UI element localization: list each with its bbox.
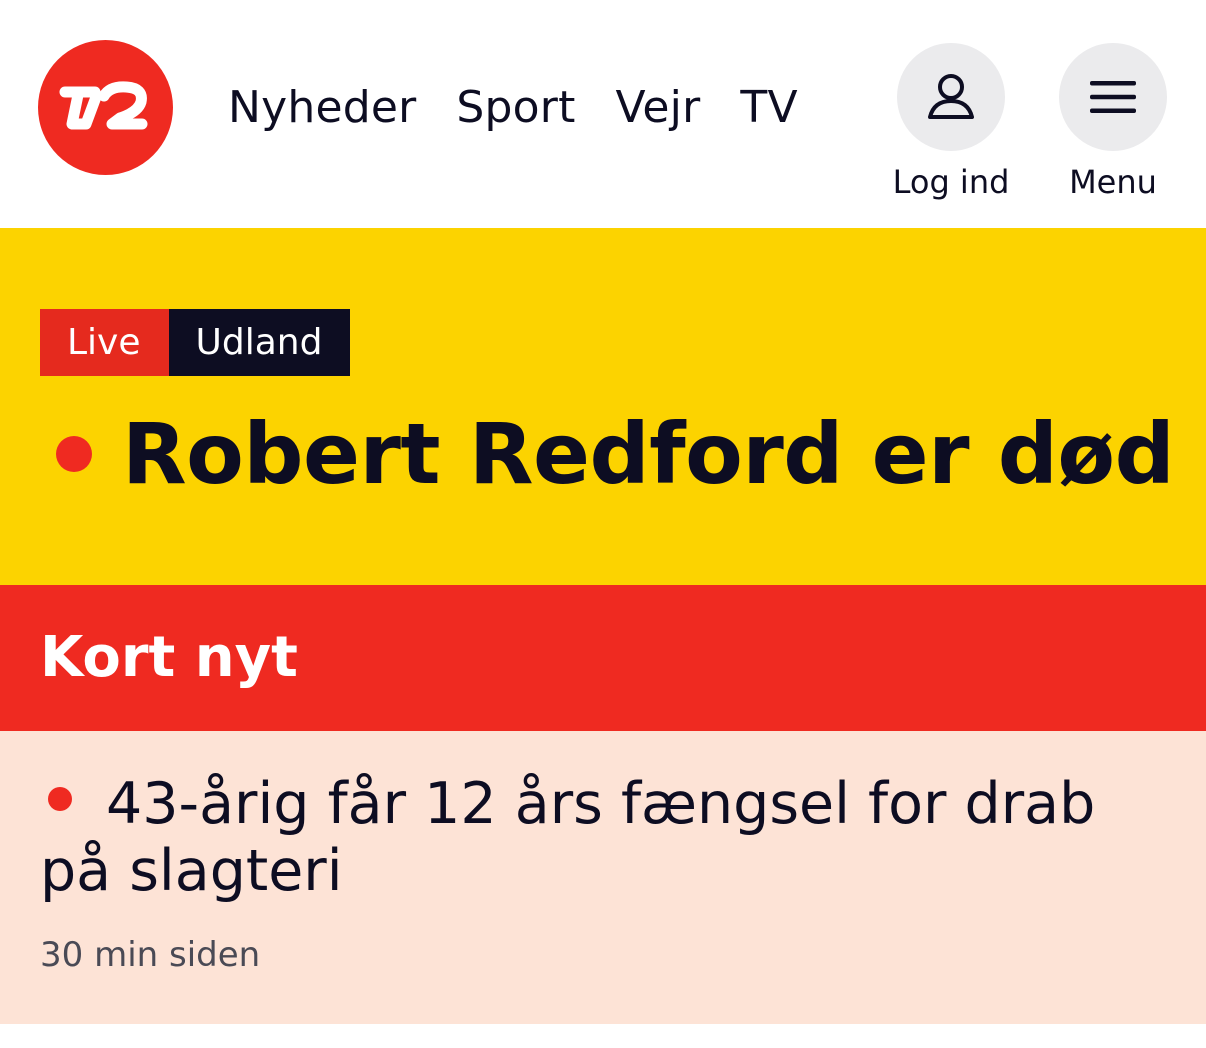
user-icon: [928, 74, 974, 119]
news-headline-block[interactable]: 43-årig får 12 års fængsel for drab på s…: [40, 771, 1180, 905]
menu-label[interactable]: Menu: [1069, 163, 1157, 201]
nav-item-sport[interactable]: Sport: [456, 78, 575, 138]
hero-headline-link[interactable]: Robert Redford er død: [56, 408, 1175, 500]
live-badge: Live: [40, 309, 169, 376]
menu-button[interactable]: Menu: [1059, 43, 1167, 201]
page-bottom: [0, 1024, 1206, 1048]
section-badge[interactable]: Udland: [168, 309, 351, 376]
tv2-logo-icon: [59, 81, 148, 130]
site-header: Nyheder Sport Vejr TV Log ind Menu: [0, 0, 1206, 228]
menu-icon-circle[interactable]: [1059, 43, 1167, 151]
nav-item-tv[interactable]: TV: [740, 78, 797, 138]
hamburger-menu-icon: [1090, 81, 1136, 113]
hero-headline[interactable]: Robert Redford er død: [122, 408, 1175, 500]
nav-item-vejr[interactable]: Vejr: [616, 78, 701, 138]
login-button[interactable]: Log ind: [893, 43, 1009, 201]
login-label[interactable]: Log ind: [893, 163, 1010, 201]
live-hero: Live Udland Robert Redford er død: [0, 228, 1206, 585]
main-nav: Nyheder Sport Vejr TV: [228, 78, 838, 138]
kort-nyt-header: Kort nyt: [0, 585, 1206, 731]
nav-item-nyheder[interactable]: Nyheder: [228, 78, 416, 138]
login-icon-circle[interactable]: [897, 43, 1005, 151]
live-dot-icon: [56, 436, 92, 472]
news-item[interactable]: 43-årig får 12 års fængsel for drab på s…: [0, 731, 1206, 1024]
tv2-logo[interactable]: [38, 40, 173, 175]
live-dot-icon: [48, 787, 72, 811]
section-title[interactable]: Kort nyt: [40, 625, 298, 691]
news-timestamp: 30 min siden: [40, 935, 261, 975]
hero-tags: Live Udland: [40, 309, 351, 376]
news-headline[interactable]: 43-årig får 12 års fængsel for drab på s…: [40, 771, 1095, 904]
